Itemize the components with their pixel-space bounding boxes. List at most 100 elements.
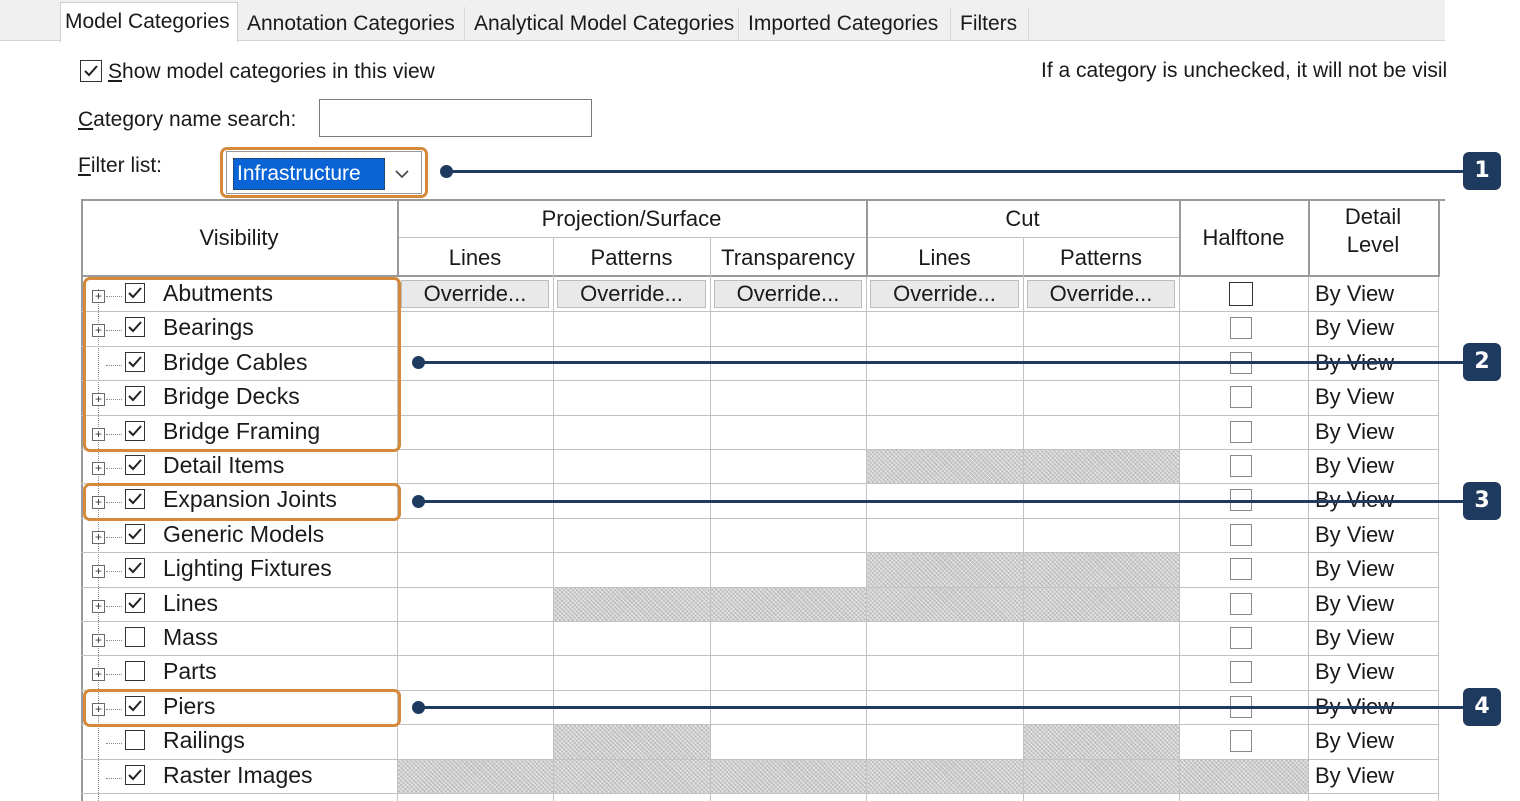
show-model-categories-checkbox[interactable] [80,60,102,82]
expand-icon[interactable]: + [92,324,105,338]
info-text: If a category is unchecked, it will not … [1041,59,1448,82]
expand-icon[interactable]: + [92,290,105,303]
row-divider [81,724,1438,726]
expand-icon[interactable]: + [92,668,105,682]
halftone-checkbox[interactable] [1230,455,1252,477]
category-visibility-checkbox[interactable] [125,592,145,613]
category-visibility-checkbox[interactable] [125,558,145,579]
category-visibility-checkbox[interactable] [125,420,145,441]
detail-level-value[interactable]: By View [1315,419,1394,445]
not-applicable-cell [1024,450,1179,484]
detail-level-value[interactable]: By View [1315,625,1394,651]
halftone-checkbox[interactable] [1230,592,1252,615]
halftone-checkbox[interactable] [1230,386,1252,409]
col-transparency: Transparency [721,245,855,270]
category-visibility-checkbox[interactable] [125,523,145,544]
body-col-border [1438,277,1439,801]
expand-icon[interactable]: + [92,702,105,716]
callout-badge-3: 3 [1463,482,1501,520]
detail-level-value[interactable]: By View [1315,315,1394,341]
override-button[interactable]: Override... [401,280,549,308]
expand-icon[interactable]: + [92,496,105,510]
not-applicable-cell [711,759,866,793]
callout-badge-2: 2 [1463,343,1501,381]
detail-level-value[interactable]: By View [1315,453,1394,479]
detail-level-value[interactable]: By View [1315,522,1394,548]
category-search-input[interactable] [319,99,592,137]
not-applicable-cell [398,759,553,793]
category-visibility-checkbox[interactable] [125,730,145,751]
row-divider [81,380,1438,382]
callout-line-1 [446,170,1464,173]
body-col-border [1023,277,1024,801]
not-applicable-cell [867,759,1023,793]
detail-level-value[interactable]: By View [1315,728,1394,754]
col-visibility[interactable]: Visibility [81,225,397,251]
category-name: Bridge Decks [163,383,300,410]
override-button[interactable]: Override... [870,280,1019,308]
detail-level-value[interactable]: By View [1315,591,1394,617]
tab-filters[interactable]: Filters [951,7,1029,41]
tree-connector [106,468,122,469]
tab-analytical-model-categories[interactable]: Analytical Model Categories [465,7,739,41]
expand-icon[interactable]: + [92,599,105,613]
category-visibility-checkbox[interactable] [125,351,145,372]
tab-imported-categories[interactable]: Imported Categories [739,7,951,41]
halftone-checkbox[interactable] [1230,558,1252,581]
override-button[interactable]: Override... [1027,280,1175,308]
halftone-checkbox[interactable] [1230,661,1252,684]
expand-icon[interactable]: + [92,530,105,544]
halftone-checkbox[interactable] [1230,523,1252,546]
not-applicable-cell [711,587,866,621]
detail-level-value[interactable]: By View [1315,384,1394,410]
expand-icon[interactable]: + [92,565,105,579]
halftone-checkbox[interactable] [1230,627,1252,649]
tree-connector [106,536,122,538]
expand-icon[interactable]: + [92,427,105,441]
override-button[interactable]: Override... [714,280,862,308]
category-visibility-checkbox[interactable] [125,764,145,785]
filter-list-value: Infrastructure [233,158,385,190]
category-visibility-checkbox[interactable] [125,661,145,682]
category-visibility-checkbox[interactable] [125,283,145,303]
row-divider [81,517,1438,519]
filter-list-label: Filter list: [78,154,163,177]
category-visibility-checkbox[interactable] [125,317,145,338]
category-visibility-checkbox[interactable] [125,627,145,647]
detail-level-value[interactable]: By View [1315,556,1394,582]
detail-level-value[interactable]: By View [1315,763,1394,789]
halftone-checkbox[interactable] [1230,730,1252,753]
tree-connector [106,433,122,435]
header-subcol-border [1023,237,1024,277]
category-visibility-checkbox[interactable] [125,489,145,510]
header-bottom-border [81,275,1438,277]
category-visibility-checkbox[interactable] [125,695,145,716]
category-name: Parts [163,658,217,685]
halftone-checkbox[interactable] [1229,282,1253,306]
tree-connector [106,743,122,745]
category-visibility-checkbox[interactable] [125,455,145,475]
header-col-border [1438,199,1440,277]
tree-connector [106,708,122,710]
expand-icon[interactable]: + [92,634,105,647]
detail-level-value[interactable]: By View [1315,659,1394,685]
chevron-down-icon [395,170,409,179]
category-visibility-checkbox[interactable] [125,386,145,407]
filter-list-dropdown[interactable]: Infrastructure [226,151,422,194]
tab-model-categories[interactable]: Model Categories [60,2,238,42]
not-applicable-cell [1024,587,1179,621]
expand-icon[interactable]: + [92,393,105,407]
halftone-checkbox[interactable] [1230,420,1252,443]
not-applicable-cell [1180,759,1308,793]
override-button[interactable]: Override... [557,280,706,308]
tab-annotation-categories[interactable]: Annotation Categories [238,7,465,41]
category-name: Bridge Framing [163,417,321,444]
row-divider [81,621,1438,622]
category-name: Generic Models [163,520,325,547]
halftone-checkbox[interactable] [1230,317,1252,340]
expand-icon[interactable]: + [92,462,105,475]
col-cut-patterns: Patterns [1060,245,1142,270]
detail-level-value[interactable]: By View [1315,281,1394,307]
row-divider [81,689,1438,691]
not-applicable-cell [554,725,710,759]
